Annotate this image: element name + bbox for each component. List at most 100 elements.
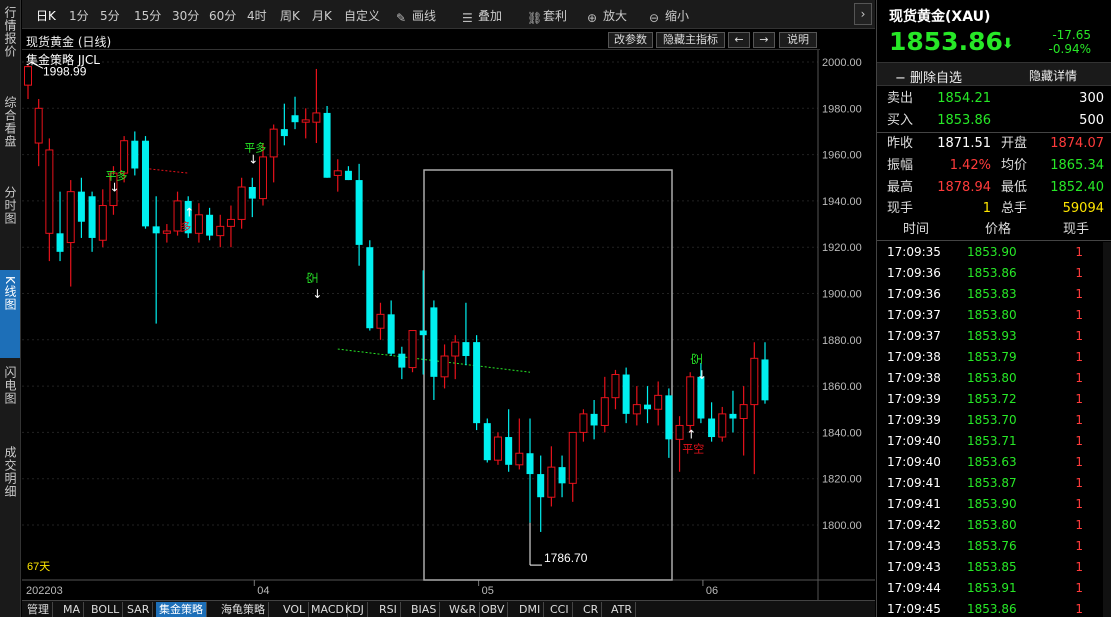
trade-time: 17:09:41: [887, 476, 941, 490]
trade-row: 17:09:35 1853.90 1: [877, 242, 1111, 263]
period-4[interactable]: 30分: [172, 7, 199, 24]
trade-row: 17:09:41 1853.87 1: [877, 473, 1111, 494]
trade-price: 1853.76: [967, 539, 1017, 553]
tool-0-button[interactable]: ✎ 画线: [396, 7, 437, 25]
trades-scrollbar[interactable]: [1103, 242, 1111, 617]
trade-price: 1853.80: [967, 518, 1017, 532]
indicator-tab-9[interactable]: RSI: [376, 602, 401, 617]
tool-label: 画线: [412, 9, 437, 23]
tool-4-button[interactable]: ⊖ 缩小: [649, 7, 690, 25]
bid-price: 1853.86: [937, 113, 991, 128]
stats-row-4: 现手 1 总手 59094: [877, 198, 1111, 220]
indicator-tab-10[interactable]: BIAS: [408, 602, 441, 617]
period-2[interactable]: 5分: [100, 7, 120, 24]
trade-price: 1853.91: [967, 581, 1017, 595]
trade-price: 1853.86: [967, 266, 1017, 280]
stats-row-2: 振幅 1.42% 均价 1865.34: [877, 155, 1111, 177]
app-window: { "left_tabs":[ {"label":"行情报价","active"…: [0, 0, 1111, 617]
period-0[interactable]: 日K: [36, 7, 56, 24]
trade-volume: 1: [1075, 518, 1083, 532]
avg-price: 1865.34: [1050, 158, 1104, 173]
current-volume: 1: [982, 201, 991, 216]
indicator-tab-14[interactable]: CCI: [547, 602, 573, 617]
candle: [473, 335, 481, 431]
y-tick-label: 1960.00: [822, 150, 862, 162]
trade-volume: 1: [1075, 245, 1083, 259]
left-tab-1[interactable]: 综合看盘: [0, 90, 20, 178]
arrow-up-icon: ↑: [686, 428, 696, 442]
tool-label: 缩小: [665, 9, 690, 23]
trade-volume: 1: [1075, 329, 1083, 343]
candle: [408, 330, 417, 373]
indicator-tab-8[interactable]: KDJ: [342, 602, 368, 617]
candlestick-chart[interactable]: 2000.00 1980.00 1960.00 1940.00 1920.00 1900.…: [22, 50, 875, 601]
hide-main-indicator-button[interactable]: 隐藏主指标: [656, 32, 725, 48]
trade-volume: 1: [1075, 602, 1083, 616]
period-6[interactable]: 4时: [247, 7, 267, 24]
left-tab-5[interactable]: 成交明细: [0, 440, 20, 530]
indicator-tab-3[interactable]: SAR: [124, 602, 154, 617]
period-9[interactable]: 自定义: [344, 7, 380, 24]
left-tab-label: 闪电图: [3, 366, 17, 405]
indicator-tab-13[interactable]: DMI: [516, 602, 545, 617]
left-tab-0[interactable]: 行情报价: [0, 0, 20, 88]
amplitude: 1.42%: [949, 158, 991, 173]
indicator-tab-4[interactable]: 集金策略: [156, 602, 207, 617]
chart-toolbar: 日K 1分 5分 15分 30分 60分 4时 周K 月K 自定义 ✎ 画线 ☰ 叠加 ⛓套利 ⊕ 放大 ⊖ 缩小: [22, 0, 875, 29]
prev-close: 1871.51: [937, 136, 991, 151]
tool-label: 叠加: [478, 9, 503, 23]
indicator-tab-16[interactable]: ATR: [608, 602, 637, 617]
trade-time: 17:09:43: [887, 560, 941, 574]
indicator-tab-2[interactable]: BOLL: [88, 602, 124, 617]
change-params-button[interactable]: 改参数: [608, 32, 653, 48]
trade-row: 17:09:38 1853.80 1: [877, 368, 1111, 389]
toolbar-scroll-right-button[interactable]: ›: [854, 3, 872, 25]
stats-row-1: 昨收 1871.51 开盘 1874.07: [877, 133, 1111, 155]
period-7[interactable]: 周K: [280, 7, 300, 24]
trade-time: 17:09:37: [887, 329, 941, 343]
y-tick-label: 1900.00: [822, 289, 862, 301]
tool-3-button[interactable]: ⊕ 放大: [587, 7, 627, 25]
indicator-tab-1[interactable]: MA: [60, 602, 85, 617]
period-3[interactable]: 15分: [134, 7, 161, 24]
scroll-left-button[interactable]: ←: [728, 32, 750, 48]
left-tab-3[interactable]: K线图: [0, 270, 20, 358]
left-tab-4[interactable]: 闪电图: [0, 360, 20, 438]
ask-row: 卖出 1854.21 300: [877, 88, 1111, 110]
trade-time: 17:09:38: [887, 350, 941, 364]
indicator-tab-11[interactable]: W&R: [446, 602, 481, 617]
left-tab-2[interactable]: 分时图: [0, 180, 20, 268]
period-1[interactable]: 1分: [69, 7, 89, 24]
indicator-tab-12[interactable]: OBV: [478, 602, 509, 617]
minus-icon: −: [895, 71, 906, 86]
delete-watchlist-button[interactable]: − 删除自选: [895, 67, 962, 86]
trade-volume: 1: [1075, 455, 1083, 469]
left-tab-label: 行情报价: [3, 6, 17, 58]
bid-row: 买入 1853.86 500: [877, 110, 1111, 132]
trade-row: 17:09:41 1853.90 1: [877, 494, 1111, 515]
period-5[interactable]: 60分: [209, 7, 236, 24]
indicator-tab-5[interactable]: 海龟策略: [218, 602, 269, 617]
signal-label: 平空: [682, 442, 704, 456]
tool-1-button[interactable]: ☰ 叠加: [462, 7, 503, 25]
candle: [686, 372, 695, 433]
trades-header: 时间 价格 现手: [877, 219, 1111, 241]
trade-time: 17:09:35: [887, 245, 941, 259]
signal-label: 空: [305, 272, 319, 284]
indicator-tab-6[interactable]: VOL: [280, 602, 310, 617]
trade-price: 1853.83: [967, 287, 1017, 301]
indicator-tab-15[interactable]: CR: [580, 602, 603, 617]
y-tick-label: 1860.00: [822, 381, 862, 393]
help-button[interactable]: 说明: [779, 32, 817, 48]
hide-details-button[interactable]: 隐藏详情: [1029, 67, 1077, 84]
left-tab-label: 综合看盘: [3, 96, 17, 148]
indicator-tab-0[interactable]: 管理: [24, 602, 53, 617]
arrow-down-icon: ↓: [109, 180, 119, 194]
left-tab-bar: 行情报价综合看盘分时图 K线图闪电图成交明细: [0, 0, 21, 617]
tool-2-button[interactable]: ⛓套利: [527, 7, 567, 25]
arrow-down-icon: ↓: [312, 287, 322, 301]
price-change-percent: -0.94%: [1048, 42, 1091, 56]
trade-volume: 1: [1075, 539, 1083, 553]
scroll-right-button[interactable]: →: [753, 32, 775, 48]
period-8[interactable]: 月K: [312, 7, 332, 24]
